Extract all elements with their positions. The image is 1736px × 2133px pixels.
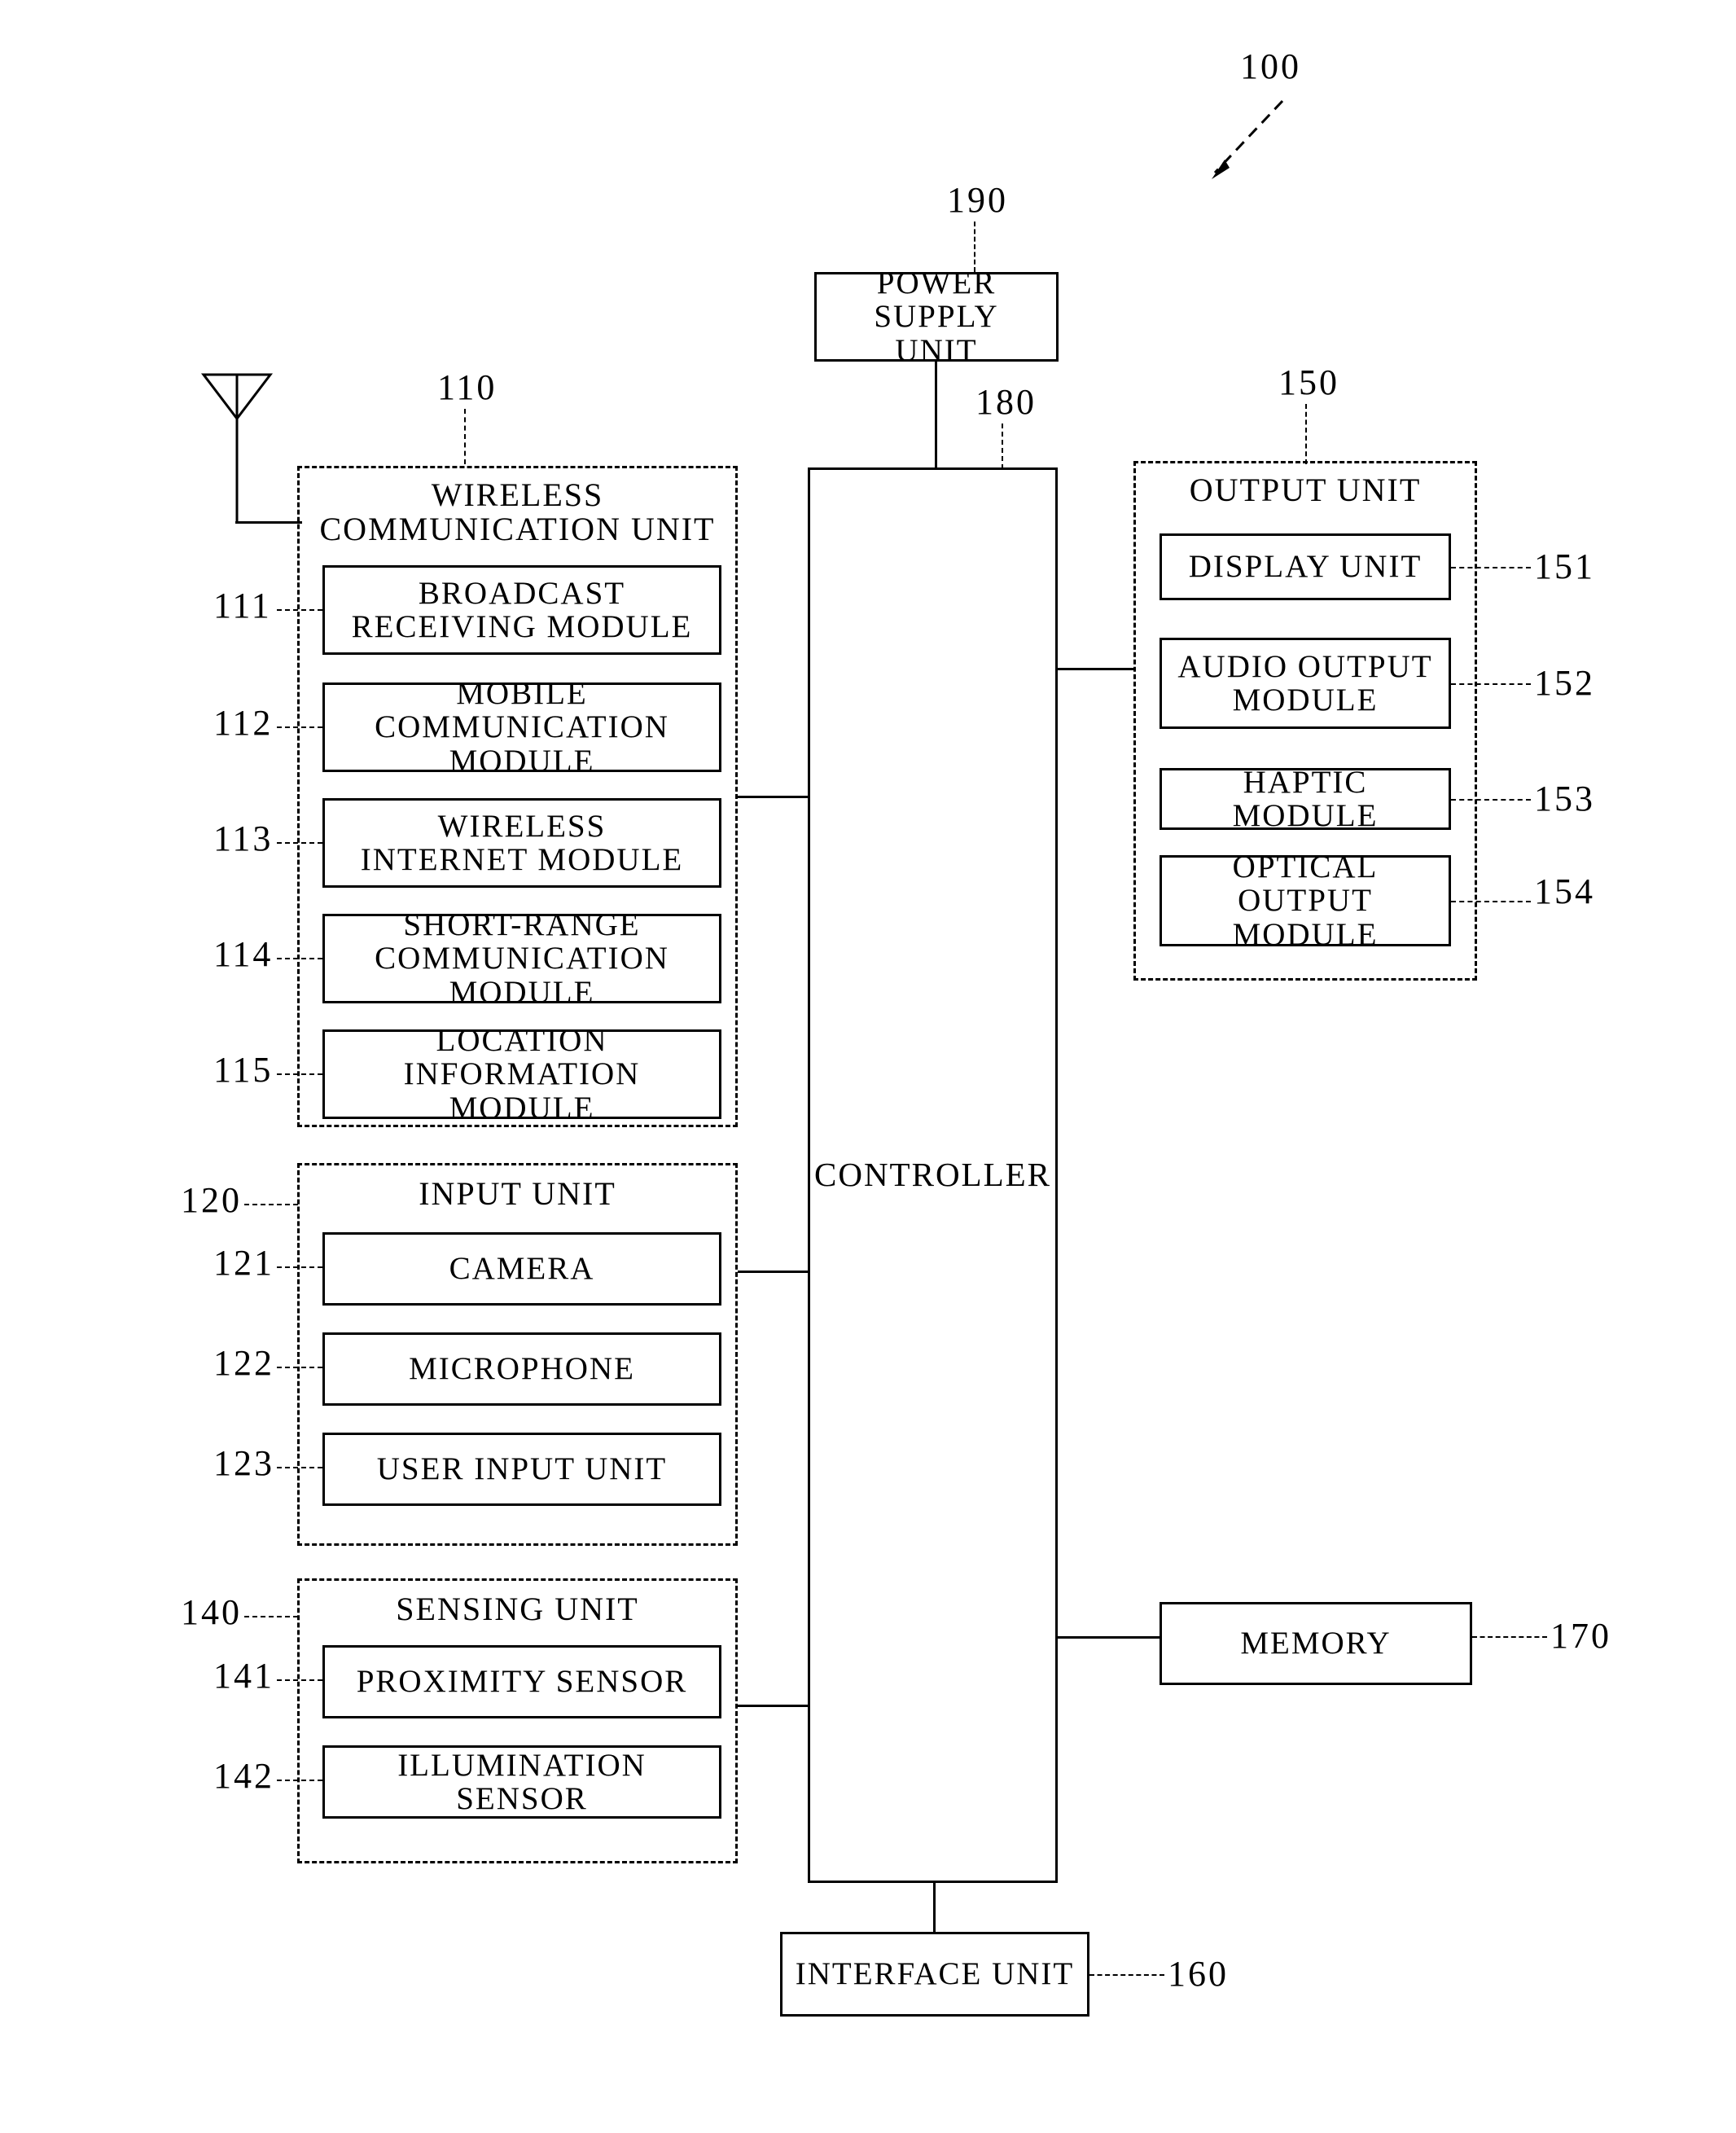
ref-haptic-module-153: 153 xyxy=(1534,779,1595,819)
haptic-module-box[interactable]: HAPTIC MODULE xyxy=(1160,764,1451,833)
ref-microphone-122: 122 xyxy=(213,1343,274,1383)
display-unit-box[interactable]: DISPLAY UNIT xyxy=(1160,533,1451,600)
short-range-communication-module-box[interactable]: SHORT-RANGE COMMUNICATION MODULE xyxy=(322,908,721,1009)
illumination-sensor-label: ILLUMINATION SENSOR xyxy=(397,1747,647,1816)
antenna-connector xyxy=(235,521,302,524)
leader-line-123 xyxy=(277,1467,322,1468)
input-unit-title: INPUT UNIT xyxy=(419,1175,616,1212)
proximity-sensor-label: PROXIMITY SENSOR xyxy=(356,1664,688,1700)
ref-wireless-internet-module-113: 113 xyxy=(213,819,274,858)
leader-line-115 xyxy=(277,1073,322,1075)
leader-line-113 xyxy=(277,842,322,844)
memory-label: MEMORY xyxy=(1240,1626,1392,1661)
controller-label: CONTROLLER xyxy=(813,1156,1052,1194)
controller-box[interactable]: CONTROLLER xyxy=(808,467,1058,1883)
device-lead-arrow-icon xyxy=(1212,99,1284,179)
connector-controller-to-interface xyxy=(933,1883,936,1932)
connector-input-to-controller xyxy=(738,1271,808,1273)
microphone-box[interactable]: MICROPHONE xyxy=(322,1332,721,1406)
broadcast-receiving-module-box[interactable]: BROADCAST RECEIVING MODULE xyxy=(322,565,721,655)
ref-wireless-communication-unit-110: 110 xyxy=(437,367,498,407)
leader-line-121 xyxy=(277,1266,322,1268)
leader-line-141 xyxy=(277,1679,322,1681)
memory-box[interactable]: MEMORY xyxy=(1160,1602,1472,1685)
wireless-communication-unit-title: WIRELESS COMMUNICATION UNIT xyxy=(319,476,716,547)
leader-line-122 xyxy=(277,1367,322,1368)
power-supply-unit-box[interactable]: POWER SUPPLY UNIT xyxy=(814,266,1059,367)
ref-short-range-communication-module-114: 114 xyxy=(213,934,274,974)
sensing-unit-title: SENSING UNIT xyxy=(396,1591,639,1627)
connector-controller-to-output xyxy=(1058,668,1133,670)
ref-broadcast-receiving-module-111: 111 xyxy=(213,586,272,625)
connector-wireless-to-controller xyxy=(738,796,808,798)
connector-controller-to-memory xyxy=(1058,1636,1160,1639)
audio-output-module-label: AUDIO OUTPUT MODULE xyxy=(1177,648,1433,718)
microphone-label: MICROPHONE xyxy=(409,1351,635,1387)
leader-line-114 xyxy=(277,958,322,959)
wireless-internet-module-box[interactable]: WIRELESS INTERNET MODULE xyxy=(322,798,721,888)
leader-line-150 xyxy=(1305,404,1307,464)
illumination-sensor-box[interactable]: ILLUMINATION SENSOR xyxy=(322,1745,721,1819)
user-input-unit-box[interactable]: USER INPUT UNIT xyxy=(322,1433,721,1506)
ref-optical-output-module-154: 154 xyxy=(1534,871,1595,911)
ref-power-supply-190: 190 xyxy=(947,180,1008,220)
ref-memory-170: 170 xyxy=(1550,1616,1611,1656)
ref-interface-unit-160: 160 xyxy=(1168,1954,1229,1994)
camera-label: CAMERA xyxy=(449,1251,595,1287)
interface-unit-label: INTERFACE UNIT xyxy=(795,1956,1075,1992)
leader-line-112 xyxy=(277,726,322,728)
location-information-module-label: LOCATION INFORMATION MODULE xyxy=(403,1023,641,1126)
ref-location-information-module-115: 115 xyxy=(213,1050,274,1090)
ref-mobile-communication-module-112: 112 xyxy=(213,703,274,743)
interface-unit-box[interactable]: INTERFACE UNIT xyxy=(780,1932,1089,2017)
leader-line-110 xyxy=(464,409,466,464)
ref-sensing-unit-140: 140 xyxy=(181,1592,242,1632)
camera-box[interactable]: CAMERA xyxy=(322,1232,721,1306)
leader-line-152 xyxy=(1451,683,1531,685)
proximity-sensor-box[interactable]: PROXIMITY SENSOR xyxy=(322,1645,721,1718)
leader-line-142 xyxy=(277,1780,322,1781)
display-unit-label: DISPLAY UNIT xyxy=(1188,549,1423,585)
optical-output-module-label: OPTICAL OUTPUT MODULE xyxy=(1232,849,1379,952)
wireless-internet-module-label: WIRELESS INTERNET MODULE xyxy=(360,808,684,877)
ref-controller-180: 180 xyxy=(975,382,1037,422)
connector-power-to-controller xyxy=(935,362,937,469)
leader-line-153 xyxy=(1451,799,1531,801)
antenna-icon xyxy=(200,373,274,523)
short-range-communication-module-label: SHORT-RANGE COMMUNICATION MODULE xyxy=(375,907,669,1010)
haptic-module-label: HAPTIC MODULE xyxy=(1232,764,1379,833)
leader-line-151 xyxy=(1451,567,1531,568)
ref-device-100: 100 xyxy=(1240,46,1301,86)
ref-output-unit-150: 150 xyxy=(1278,362,1339,402)
sensing-unit-group[interactable]: SENSING UNIT xyxy=(297,1578,738,1863)
ref-camera-121: 121 xyxy=(213,1243,274,1283)
leader-line-190 xyxy=(974,222,975,272)
mobile-communication-module-label: MOBILE COMMUNICATION MODULE xyxy=(375,676,669,779)
optical-output-module-box[interactable]: OPTICAL OUTPUT MODULE xyxy=(1160,850,1451,951)
leader-line-170 xyxy=(1472,1636,1547,1638)
leader-line-120 xyxy=(244,1204,298,1205)
mobile-communication-module-box[interactable]: MOBILE COMMUNICATION MODULE xyxy=(322,677,721,778)
location-information-module-box[interactable]: LOCATION INFORMATION MODULE xyxy=(322,1024,721,1125)
ref-user-input-unit-123: 123 xyxy=(213,1443,274,1483)
user-input-unit-label: USER INPUT UNIT xyxy=(376,1451,668,1487)
ref-display-unit-151: 151 xyxy=(1534,546,1595,586)
leader-line-180 xyxy=(1002,424,1003,469)
ref-audio-output-module-152: 152 xyxy=(1534,663,1595,703)
broadcast-receiving-module-label: BROADCAST RECEIVING MODULE xyxy=(351,575,693,644)
leader-line-160 xyxy=(1089,1974,1164,1976)
patent-figure-canvas: 100 190 POWER SUPPLY UNIT 180 CONTROLLER… xyxy=(0,0,1736,2133)
ref-proximity-sensor-141: 141 xyxy=(213,1656,274,1696)
leader-line-154 xyxy=(1451,901,1531,902)
power-supply-unit-label: POWER SUPPLY UNIT xyxy=(874,266,999,368)
ref-input-unit-120: 120 xyxy=(181,1180,242,1220)
connector-sensing-to-controller xyxy=(738,1705,808,1707)
leader-line-140 xyxy=(244,1616,298,1617)
ref-illumination-sensor-142: 142 xyxy=(213,1756,274,1796)
leader-line-111 xyxy=(277,609,322,611)
output-unit-title: OUTPUT UNIT xyxy=(1189,472,1422,508)
audio-output-module-box[interactable]: AUDIO OUTPUT MODULE xyxy=(1160,638,1451,729)
